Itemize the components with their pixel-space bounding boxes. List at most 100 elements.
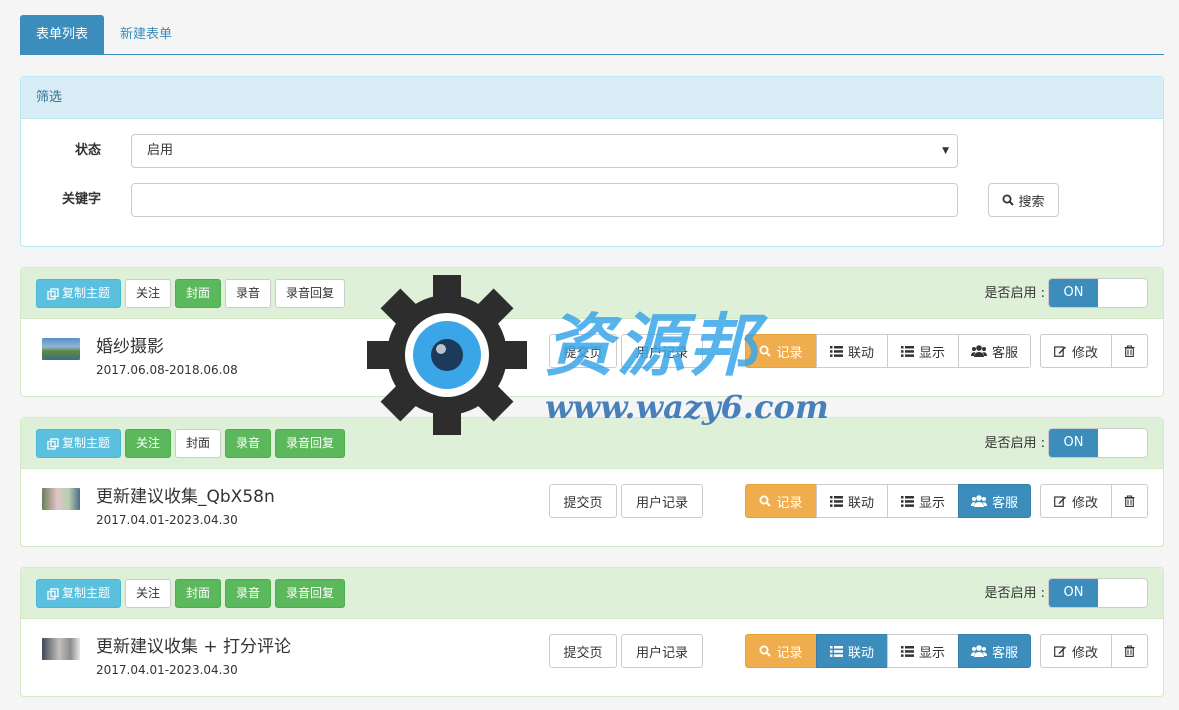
follow-button[interactable]: 关注	[125, 279, 172, 308]
delete-button[interactable]	[1111, 484, 1148, 518]
records-button[interactable]: 记录	[745, 634, 817, 668]
service-button[interactable]: 客服	[958, 634, 1031, 668]
records-label: 记录	[776, 495, 803, 511]
list-icon	[829, 645, 843, 657]
records-button[interactable]: 记录	[745, 484, 817, 518]
keyword-label: 关键字	[61, 192, 101, 207]
linkage-button[interactable]: 联动	[816, 484, 888, 518]
copy-theme-button[interactable]: 复制主题	[36, 279, 122, 308]
tab-new-form[interactable]: 新建表单	[104, 15, 188, 55]
trash-icon	[1124, 345, 1135, 357]
delete-button[interactable]	[1111, 634, 1148, 668]
service-button[interactable]: 客服	[958, 334, 1031, 368]
user-records-button[interactable]: 用户记录	[621, 334, 703, 368]
enable-label: 是否启用 :	[984, 436, 1045, 451]
cover-button[interactable]: 封面	[175, 429, 222, 458]
toggle-on-label: ON	[1049, 579, 1098, 607]
search-icon	[759, 345, 772, 357]
edit-button[interactable]: 修改	[1040, 334, 1112, 368]
form-card: 复制主题 关注 封面 录音 录音回复 是否启用 : ON 更新建议收集 + 打分…	[20, 567, 1164, 697]
service-label: 客服	[991, 645, 1018, 661]
search-icon	[759, 495, 772, 507]
linkage-label: 联动	[847, 495, 874, 511]
filter-panel: 筛选 状态 启用 ▼ 关键字 搜索	[20, 76, 1164, 247]
display-label: 显示	[918, 345, 945, 361]
copy-theme-label: 复制主题	[62, 286, 111, 300]
cover-button[interactable]: 封面	[175, 579, 222, 608]
copy-icon	[47, 287, 59, 300]
form-card-header: 复制主题 关注 封面 录音 录音回复 是否启用 : ON	[21, 268, 1163, 319]
search-button[interactable]: 搜索	[988, 183, 1059, 217]
user-records-button[interactable]: 用户记录	[621, 634, 703, 668]
submit-page-button[interactable]: 提交页	[549, 634, 617, 668]
form-card-header: 复制主题 关注 封面 录音 录音回复 是否启用 : ON	[21, 568, 1163, 619]
cover-button[interactable]: 封面	[175, 279, 222, 308]
service-button[interactable]: 客服	[958, 484, 1031, 518]
form-card: 复制主题 关注 封面 录音 录音回复 是否启用 : ON 更新建议收集_QbX5…	[20, 417, 1164, 547]
copy-theme-label: 复制主题	[62, 436, 111, 450]
edit-label: 修改	[1071, 645, 1098, 661]
service-label: 客服	[991, 495, 1018, 511]
display-button[interactable]: 显示	[887, 334, 959, 368]
display-button[interactable]: 显示	[887, 634, 959, 668]
form-thumbnail	[42, 488, 80, 510]
enable-toggle[interactable]: ON	[1048, 278, 1148, 308]
edit-icon	[1054, 645, 1067, 657]
status-select[interactable]: 启用 ▼	[131, 134, 958, 168]
list-icon	[900, 345, 914, 357]
display-label: 显示	[918, 645, 945, 661]
users-icon	[970, 645, 987, 657]
copy-icon	[47, 587, 59, 600]
keyword-input[interactable]	[131, 183, 958, 217]
submit-page-button[interactable]: 提交页	[549, 484, 617, 518]
trash-icon	[1124, 495, 1135, 507]
edit-button[interactable]: 修改	[1040, 484, 1112, 518]
list-icon	[829, 345, 843, 357]
edit-button[interactable]: 修改	[1040, 634, 1112, 668]
delete-button[interactable]	[1111, 334, 1148, 368]
submit-page-button[interactable]: 提交页	[549, 334, 617, 368]
edit-icon	[1054, 495, 1067, 507]
records-button[interactable]: 记录	[745, 334, 817, 368]
trash-icon	[1124, 645, 1135, 657]
caret-down-icon: ▼	[942, 146, 949, 156]
edit-button-group: 修改	[1040, 334, 1148, 368]
record-audio-button[interactable]: 录音	[225, 579, 272, 608]
copy-icon	[47, 437, 59, 450]
follow-button[interactable]: 关注	[125, 579, 172, 608]
tab-bar: 表单列表 新建表单	[20, 15, 1164, 55]
record-audio-button[interactable]: 录音	[225, 279, 272, 308]
copy-theme-label: 复制主题	[62, 586, 111, 600]
audio-reply-button[interactable]: 录音回复	[275, 579, 346, 608]
copy-theme-button[interactable]: 复制主题	[36, 579, 122, 608]
record-audio-button[interactable]: 录音	[225, 429, 272, 458]
display-button[interactable]: 显示	[887, 484, 959, 518]
status-row: 状态 启用 ▼	[21, 134, 1163, 168]
records-label: 记录	[776, 345, 803, 361]
edit-label: 修改	[1071, 345, 1098, 361]
linkage-button[interactable]: 联动	[816, 634, 888, 668]
search-icon	[1002, 194, 1015, 206]
records-label: 记录	[776, 645, 803, 661]
list-icon	[900, 645, 914, 657]
edit-button-group: 修改	[1040, 484, 1148, 518]
audio-reply-button[interactable]: 录音回复	[275, 279, 346, 308]
edit-label: 修改	[1071, 495, 1098, 511]
linkage-label: 联动	[847, 345, 874, 361]
tab-form-list[interactable]: 表单列表	[20, 15, 105, 55]
linkage-label: 联动	[847, 645, 874, 661]
enable-toggle[interactable]: ON	[1048, 428, 1148, 458]
status-label: 状态	[74, 143, 101, 158]
form-title: 更新建议收集_QbX58n	[96, 487, 275, 507]
form-title: 婚纱摄影	[96, 337, 164, 357]
form-date-range: 2017.04.01-2023.04.30	[96, 513, 238, 527]
linkage-button[interactable]: 联动	[816, 334, 888, 368]
users-icon	[970, 495, 987, 507]
follow-button[interactable]: 关注	[125, 429, 172, 458]
action-button-group: 记录 联动 显示 客服	[745, 334, 1031, 368]
user-records-button[interactable]: 用户记录	[621, 484, 703, 518]
audio-reply-button[interactable]: 录音回复	[275, 429, 346, 458]
copy-theme-button[interactable]: 复制主题	[36, 429, 122, 458]
enable-label: 是否启用 :	[984, 286, 1045, 301]
enable-toggle[interactable]: ON	[1048, 578, 1148, 608]
